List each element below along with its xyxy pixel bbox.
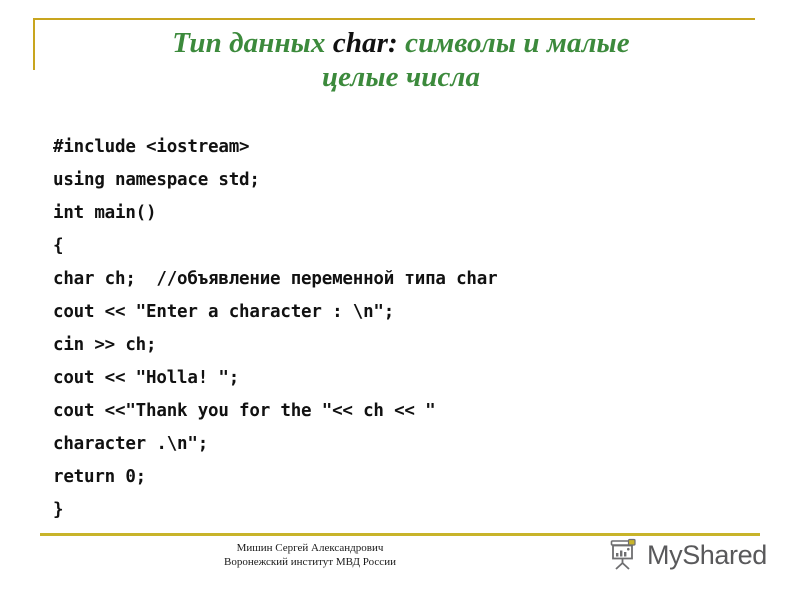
title-line-1: Тип данных char: символы и малые: [172, 27, 630, 59]
presentation-chart-icon: [608, 538, 642, 572]
myshared-brand-label: MyShared: [647, 539, 767, 570]
footer-credit: Мишин Сергей Александрович Воронежский и…: [0, 541, 620, 569]
code-line: cout <<"Thank you for the "<< ch << ": [53, 401, 436, 421]
title-segment-after: символы и малые: [397, 27, 630, 59]
code-line: cout << "Enter a character : \n";: [53, 302, 395, 322]
footer-credit-institution: Воронежский институт МВД России: [224, 556, 396, 568]
code-line: using namespace std;: [53, 170, 260, 190]
code-line: return 0;: [53, 467, 147, 487]
code-listing: #include <iostream> using namespace std;…: [53, 131, 773, 527]
footer-divider: [40, 533, 760, 536]
footer-credit-author: Мишин Сергей Александрович: [236, 542, 384, 554]
code-line: char ch; //объявление переменной типа ch…: [53, 269, 498, 289]
title-line-2: целые числа: [321, 61, 481, 94]
slide-canvas: Тип данных char: символы и малые целые ч…: [0, 0, 800, 600]
title-segment-before: Тип данных: [172, 27, 333, 59]
title-left-rule: [33, 18, 35, 70]
code-line: {: [53, 236, 64, 256]
code-line: cin >> ch;: [53, 335, 157, 355]
code-line: cout << "Holla! ";: [53, 368, 240, 388]
code-line: #include <iostream>: [53, 137, 250, 157]
code-line: int main(): [53, 203, 157, 223]
title-keyword-char: char:: [332, 27, 398, 59]
myshared-brand[interactable]: MyShared: [608, 538, 767, 572]
code-line: character .\n";: [53, 434, 209, 454]
code-line: }: [53, 500, 64, 520]
title-top-rule: [33, 18, 755, 20]
page-title: Тип данных char: символы и малые целые ч…: [45, 26, 757, 94]
